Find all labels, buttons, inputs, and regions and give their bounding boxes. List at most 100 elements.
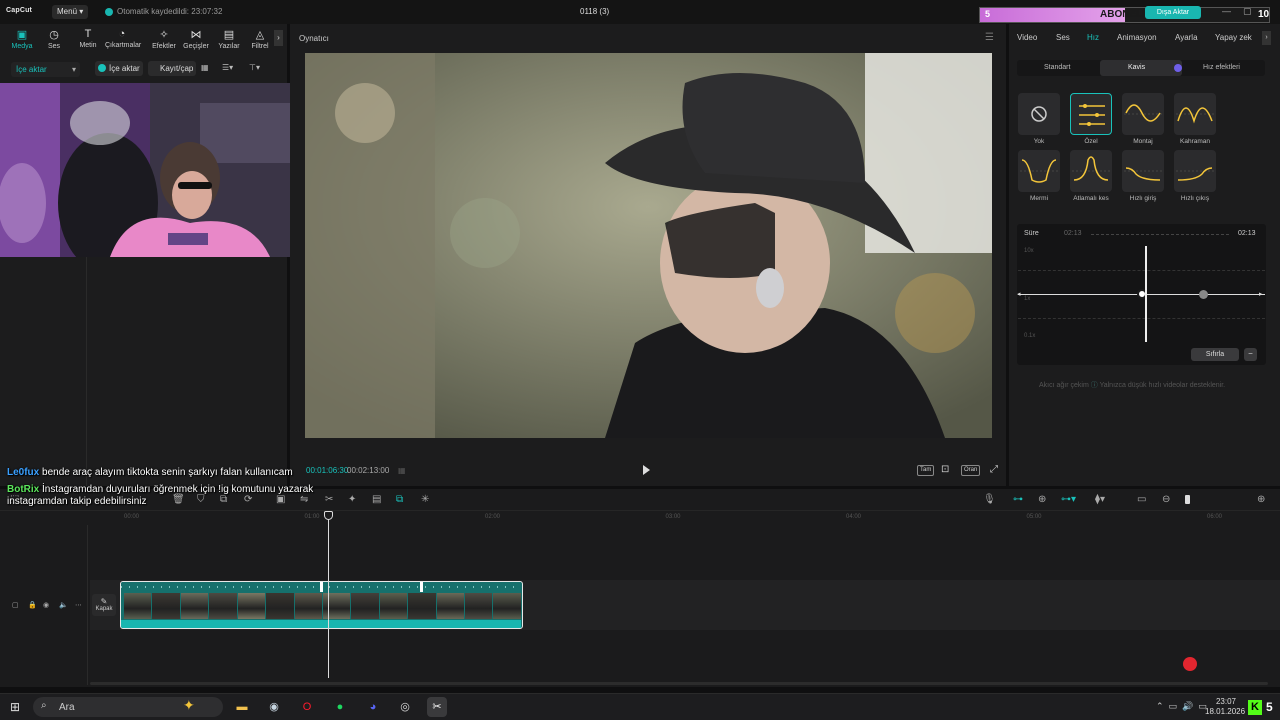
graph-playhead[interactable]: [1145, 246, 1147, 342]
right-tab-ayarla[interactable]: Ayarla: [1175, 33, 1198, 42]
speed-preset-7[interactable]: [1174, 150, 1216, 192]
effects-icon[interactable]: ✳: [421, 494, 429, 505]
speed-preset-1[interactable]: [1070, 93, 1112, 135]
right-tabs-scroll-button[interactable]: ›: [1262, 31, 1271, 45]
menu-button[interactable]: Menü ▾: [52, 5, 88, 19]
speed-preset-5[interactable]: [1070, 150, 1112, 192]
expand-icon[interactable]: ⤢: [990, 464, 998, 475]
zoom-slider-handle[interactable]: [1185, 495, 1190, 504]
tab-ses[interactable]: ◷ Ses: [37, 28, 71, 50]
snap-icon[interactable]: ⊕: [1038, 494, 1046, 505]
microphone-icon[interactable]: 🎙: [983, 494, 996, 505]
lock-icon[interactable]: 🔒: [28, 601, 37, 609]
crop-icon[interactable]: ⧉: [220, 494, 227, 505]
right-tab-hız[interactable]: Hız: [1087, 33, 1099, 42]
file-explorer-icon[interactable]: ▬: [232, 697, 252, 717]
subtitle-icon[interactable]: ▭: [1137, 494, 1146, 505]
grid-view-icon[interactable]: ▦: [201, 63, 209, 72]
remove-point-button[interactable]: −: [1244, 348, 1257, 361]
split-scene-icon[interactable]: ✂: [325, 494, 333, 505]
captions-icon[interactable]: ▤: [372, 494, 381, 505]
smooth-slowmo-label: Akıcı ağır çekim: [1039, 382, 1089, 389]
reset-button[interactable]: Sıfırla: [1191, 348, 1239, 361]
curve-control-point[interactable]: [1199, 290, 1208, 299]
tab-metin[interactable]: T Metin: [71, 28, 105, 49]
opera-icon[interactable]: O: [297, 697, 317, 717]
import-dropdown[interactable]: İçe aktar ▾: [11, 62, 80, 77]
capcut-taskbar-icon[interactable]: ✂: [427, 697, 447, 717]
auto-reframe-icon[interactable]: ⧉: [396, 494, 403, 505]
zoom-in-icon[interactable]: ⊕: [1257, 494, 1265, 505]
discord-icon[interactable]: ◕: [363, 697, 383, 717]
audio-icon[interactable]: 🔈: [59, 601, 68, 609]
speed-preset-label: Yok: [1033, 138, 1045, 145]
clip-thumbnail: [124, 593, 152, 619]
speed-mode-effects[interactable]: Hız efektleri: [1203, 64, 1240, 71]
timecode-grid-icon[interactable]: ▦: [398, 466, 406, 475]
speed-preset-3[interactable]: [1174, 93, 1216, 135]
aspect-ratio-button[interactable]: Oran: [961, 465, 981, 476]
delete-icon[interactable]: 🗑: [172, 494, 185, 505]
right-tab-video[interactable]: Video: [1017, 33, 1037, 42]
video-clip[interactable]: [120, 581, 523, 629]
tab-medya[interactable]: ▣ Medya: [5, 28, 39, 50]
snapshot-icon[interactable]: ⊡: [941, 464, 949, 475]
playhead-handle[interactable]: [324, 511, 333, 520]
windows-start-icon[interactable]: ⊞: [10, 700, 20, 714]
tabs-scroll-right-button[interactable]: ›: [274, 30, 283, 46]
player-menu-icon[interactable]: ☰: [985, 32, 994, 43]
minimize-icon[interactable]: —: [1222, 6, 1231, 16]
speed-mode-curve[interactable]: Kavis: [1128, 64, 1145, 71]
right-tab-yapay-zek[interactable]: Yapay zek: [1215, 33, 1252, 42]
track-toggle-icon[interactable]: ▢: [12, 601, 19, 609]
link-main-track-icon[interactable]: ⊶: [1013, 494, 1023, 505]
speed-preset-2[interactable]: [1122, 93, 1164, 135]
eye-icon[interactable]: ◉: [43, 601, 49, 609]
sort-icon[interactable]: ☰▾: [222, 63, 233, 72]
freeze-icon[interactable]: ▣: [276, 494, 285, 505]
tab-label: Çıkartmalar: [105, 42, 142, 49]
speed-mode-standard[interactable]: Standart: [1044, 64, 1070, 71]
maximize-icon[interactable]: ▢: [1243, 6, 1252, 17]
record-button[interactable]: Kayıt/çap: [148, 61, 196, 76]
copilot-sparkle-icon[interactable]: ✦: [183, 697, 195, 714]
speed-preset-0[interactable]: [1018, 93, 1060, 135]
magic-icon[interactable]: ✦: [348, 494, 356, 505]
curve-end-point[interactable]: ▸: [1259, 290, 1263, 298]
import-button[interactable]: İçe aktar: [95, 61, 143, 76]
link-icon[interactable]: ⊶▾: [1061, 494, 1076, 505]
cover-button[interactable]: ✎ Kapak: [92, 594, 116, 616]
rotate-icon[interactable]: ⟳: [244, 494, 252, 505]
tab-çıkartmalar[interactable]: ◔ Çıkartmalar: [105, 28, 142, 49]
fullscreen-mode-button[interactable]: Tam: [917, 465, 935, 476]
more-icon[interactable]: ⋯: [75, 601, 82, 609]
obs-icon[interactable]: ◎: [395, 697, 415, 717]
tab-filtrel[interactable]: ◬ Filtrel: [243, 28, 277, 50]
timeline-playhead[interactable]: [328, 512, 329, 678]
spotify-icon[interactable]: ●: [330, 697, 350, 717]
curve-start-point[interactable]: ◂: [1017, 290, 1021, 298]
tab-efektler[interactable]: ✧ Efektler: [147, 28, 181, 50]
clip-thumbnail: [493, 593, 521, 619]
mirror-icon[interactable]: ⇋: [300, 494, 308, 505]
steam-icon[interactable]: ◉: [264, 697, 284, 717]
video-preview[interactable]: [305, 53, 992, 438]
timeline-scrollbar[interactable]: [90, 682, 1268, 685]
preview-axis-icon[interactable]: ⧫▾: [1095, 494, 1105, 505]
play-button[interactable]: [643, 465, 650, 475]
right-tab-ses[interactable]: Ses: [1056, 33, 1070, 42]
system-tray[interactable]: ⌃ ▭ 🔊 ▭: [1156, 701, 1207, 712]
tab-yazılar[interactable]: ▤ Yazılar: [212, 28, 246, 50]
right-tab-animasyon[interactable]: Animasyon: [1117, 33, 1157, 42]
filter-icon[interactable]: ⊤▾: [249, 63, 260, 72]
export-button[interactable]: Dışa Aktar: [1145, 6, 1201, 19]
tab-geçişler[interactable]: ⋈ Geçişler: [179, 28, 213, 50]
clip-thumbnail: [209, 593, 237, 619]
sticker-icon: ◔: [118, 28, 126, 40]
zoom-out-icon[interactable]: ⊖: [1162, 494, 1170, 505]
speed-preset-6[interactable]: [1122, 150, 1164, 192]
speed-preset-4[interactable]: [1018, 150, 1060, 192]
tab-label: Efektler: [152, 43, 176, 50]
shield-icon[interactable]: ⛉: [197, 494, 205, 505]
ruler-label: 04:00: [846, 514, 862, 520]
